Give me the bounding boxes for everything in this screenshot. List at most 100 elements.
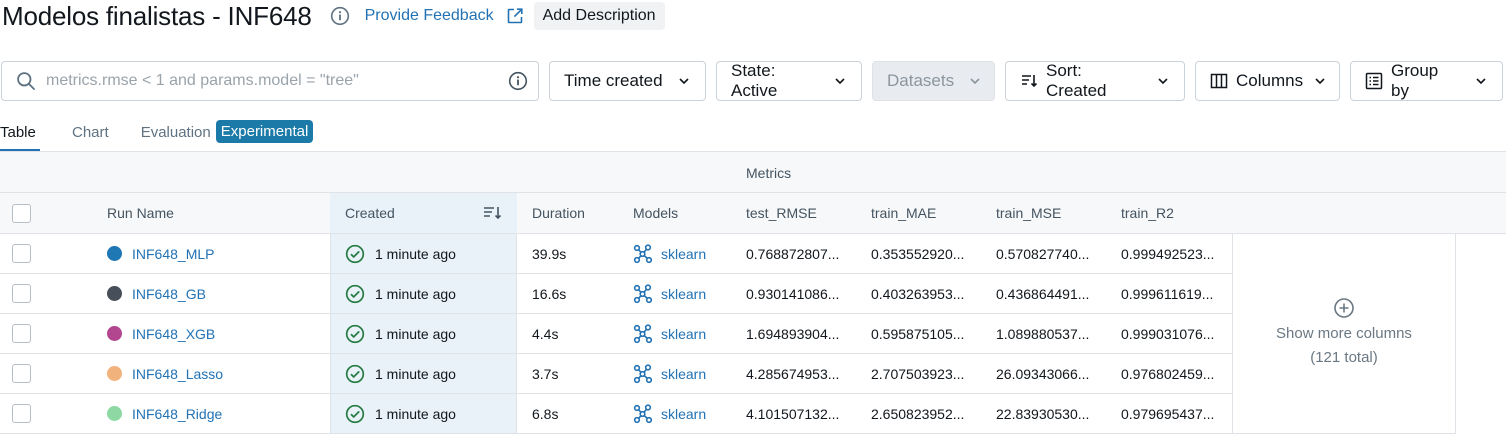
run-name-cell: INF648_Lasso (107, 354, 223, 393)
model-link[interactable]: sklearn (661, 246, 706, 262)
header-train-mse[interactable]: train_MSE (996, 193, 1061, 233)
train-r2-cell: 0.979695437... (1121, 405, 1215, 422)
model-icon (633, 323, 653, 344)
sort-label: Sort: Created (1046, 61, 1107, 100)
train-r2-cell: 0.999031076... (1121, 325, 1215, 342)
columns-icon (1210, 72, 1228, 90)
train-mse-cell: 0.436864491... (996, 285, 1090, 302)
header-run-name[interactable]: Run Name (107, 193, 174, 233)
chevron-down-icon (833, 74, 847, 88)
header-train-mae[interactable]: train_MAE (871, 193, 936, 233)
run-name-link[interactable]: INF648_Ridge (132, 406, 222, 422)
header-created[interactable]: Created (330, 193, 517, 233)
sort-dropdown[interactable]: Sort: Created (1005, 61, 1185, 101)
test-rmse-cell: 4.285674953... (746, 365, 840, 382)
created-time: 1 minute ago (375, 365, 456, 382)
test-rmse-cell: 4.101507132... (746, 405, 840, 422)
header-test-rmse[interactable]: test_RMSE (746, 193, 817, 233)
info-icon[interactable] (330, 6, 350, 26)
tab-table[interactable]: Table (0, 120, 40, 151)
select-all-checkbox[interactable] (12, 193, 31, 233)
show-more-columns-label: Show more columns (1276, 325, 1412, 342)
chevron-down-icon (1313, 74, 1327, 88)
train-mse-cell: 22.83930530... (996, 405, 1090, 422)
search-icon (16, 71, 36, 91)
table-row[interactable]: INF648_XGB 1 minute ago 4.4s sklearn 1.6… (0, 314, 1232, 354)
table-row[interactable]: INF648_Ridge 1 minute ago 6.8s sklearn 4… (0, 394, 1232, 434)
train-mae-cell: 2.650823952... (871, 405, 965, 422)
tab-evaluation[interactable]: Evaluation (141, 120, 211, 151)
header-train-r2[interactable]: train_R2 (1121, 193, 1174, 233)
created-time: 1 minute ago (375, 325, 456, 342)
chevron-down-icon (968, 74, 982, 88)
column-group-header: Metrics (0, 151, 1506, 193)
run-name-cell: INF648_XGB (107, 314, 215, 353)
created-cell: 1 minute ago (330, 354, 517, 393)
run-name-cell: INF648_GB (107, 274, 206, 313)
model-link[interactable]: sklearn (661, 406, 706, 422)
datasets-dropdown[interactable]: Datasets (872, 61, 995, 101)
model-cell: sklearn (633, 274, 706, 313)
show-more-columns-button[interactable]: Show more columns (121 total) (1232, 234, 1456, 434)
train-mae-cell: 2.707503923... (871, 365, 965, 382)
provide-feedback-label: Provide Feedback (364, 7, 494, 24)
model-link[interactable]: sklearn (661, 286, 706, 302)
state-dropdown[interactable]: State: Active (716, 61, 862, 101)
metrics-group-label: Metrics (746, 165, 792, 181)
plus-circle-icon (1333, 297, 1355, 319)
created-time: 1 minute ago (375, 405, 456, 422)
test-rmse-cell: 0.768872807... (746, 245, 840, 262)
train-mae-cell: 0.595875105... (871, 325, 965, 342)
run-name-link[interactable]: INF648_Lasso (132, 366, 223, 382)
train-r2-cell: 0.976802459... (1121, 365, 1215, 382)
group-by-dropdown[interactable]: Group by (1350, 61, 1503, 101)
run-color-dot (107, 366, 122, 381)
model-icon (633, 283, 653, 304)
test-rmse-cell: 1.694893904... (746, 325, 840, 342)
model-cell: sklearn (633, 394, 706, 433)
group-by-label: Group by (1391, 61, 1439, 100)
tab-chart[interactable]: Chart (72, 120, 109, 151)
duration-cell: 6.8s (532, 405, 559, 422)
state-label: State: Active (731, 61, 778, 100)
search-input[interactable] (46, 72, 500, 90)
created-cell: 1 minute ago (330, 314, 517, 353)
add-description-button[interactable]: Add Description (533, 2, 665, 30)
columns-dropdown[interactable]: Columns (1195, 61, 1340, 101)
train-r2-cell: 0.999492523... (1121, 245, 1215, 262)
row-checkbox[interactable] (12, 234, 31, 273)
header-duration[interactable]: Duration (532, 193, 585, 233)
model-link[interactable]: sklearn (661, 326, 706, 342)
row-checkbox[interactable] (12, 314, 31, 353)
run-name-link[interactable]: INF648_GB (132, 286, 206, 302)
header-models[interactable]: Models (633, 193, 678, 233)
search-box[interactable] (1, 61, 539, 101)
run-name-link[interactable]: INF648_MLP (132, 246, 214, 262)
train-mse-cell: 1.089880537... (996, 325, 1090, 342)
duration-cell: 39.9s (532, 245, 567, 262)
train-r2-cell: 0.999611619... (1121, 285, 1214, 302)
table-row[interactable]: INF648_Lasso 1 minute ago 3.7s sklearn 4… (0, 354, 1232, 394)
view-tabs: Table Chart Evaluation Experimental (0, 120, 314, 152)
table-row[interactable]: INF648_GB 1 minute ago 16.6s sklearn 0.9… (0, 274, 1232, 314)
model-icon (633, 363, 653, 384)
list-icon (1365, 72, 1383, 90)
row-checkbox[interactable] (12, 274, 31, 313)
check-circle-icon (345, 284, 365, 304)
time-created-dropdown[interactable]: Time created (549, 61, 706, 101)
provide-feedback-link[interactable]: Provide Feedback (365, 7, 524, 25)
page-title: Modelos finalistas - INF648 (2, 0, 312, 31)
model-link[interactable]: sklearn (661, 366, 706, 382)
row-checkbox[interactable] (12, 394, 31, 433)
chevron-down-icon (1156, 74, 1170, 88)
row-checkbox[interactable] (12, 354, 31, 393)
created-cell: 1 minute ago (330, 274, 517, 313)
columns-label: Columns (1236, 71, 1304, 90)
page-header: Modelos finalistas - INF648 Provide Feed… (0, 0, 665, 32)
created-cell: 1 minute ago (330, 394, 517, 433)
run-name-link[interactable]: INF648_XGB (132, 326, 215, 342)
created-cell: 1 minute ago (330, 234, 517, 273)
table-row[interactable]: INF648_MLP 1 minute ago 39.9s sklearn 0.… (0, 234, 1232, 274)
search-info-icon[interactable] (508, 71, 528, 91)
train-mae-cell: 0.353552920... (871, 245, 965, 262)
